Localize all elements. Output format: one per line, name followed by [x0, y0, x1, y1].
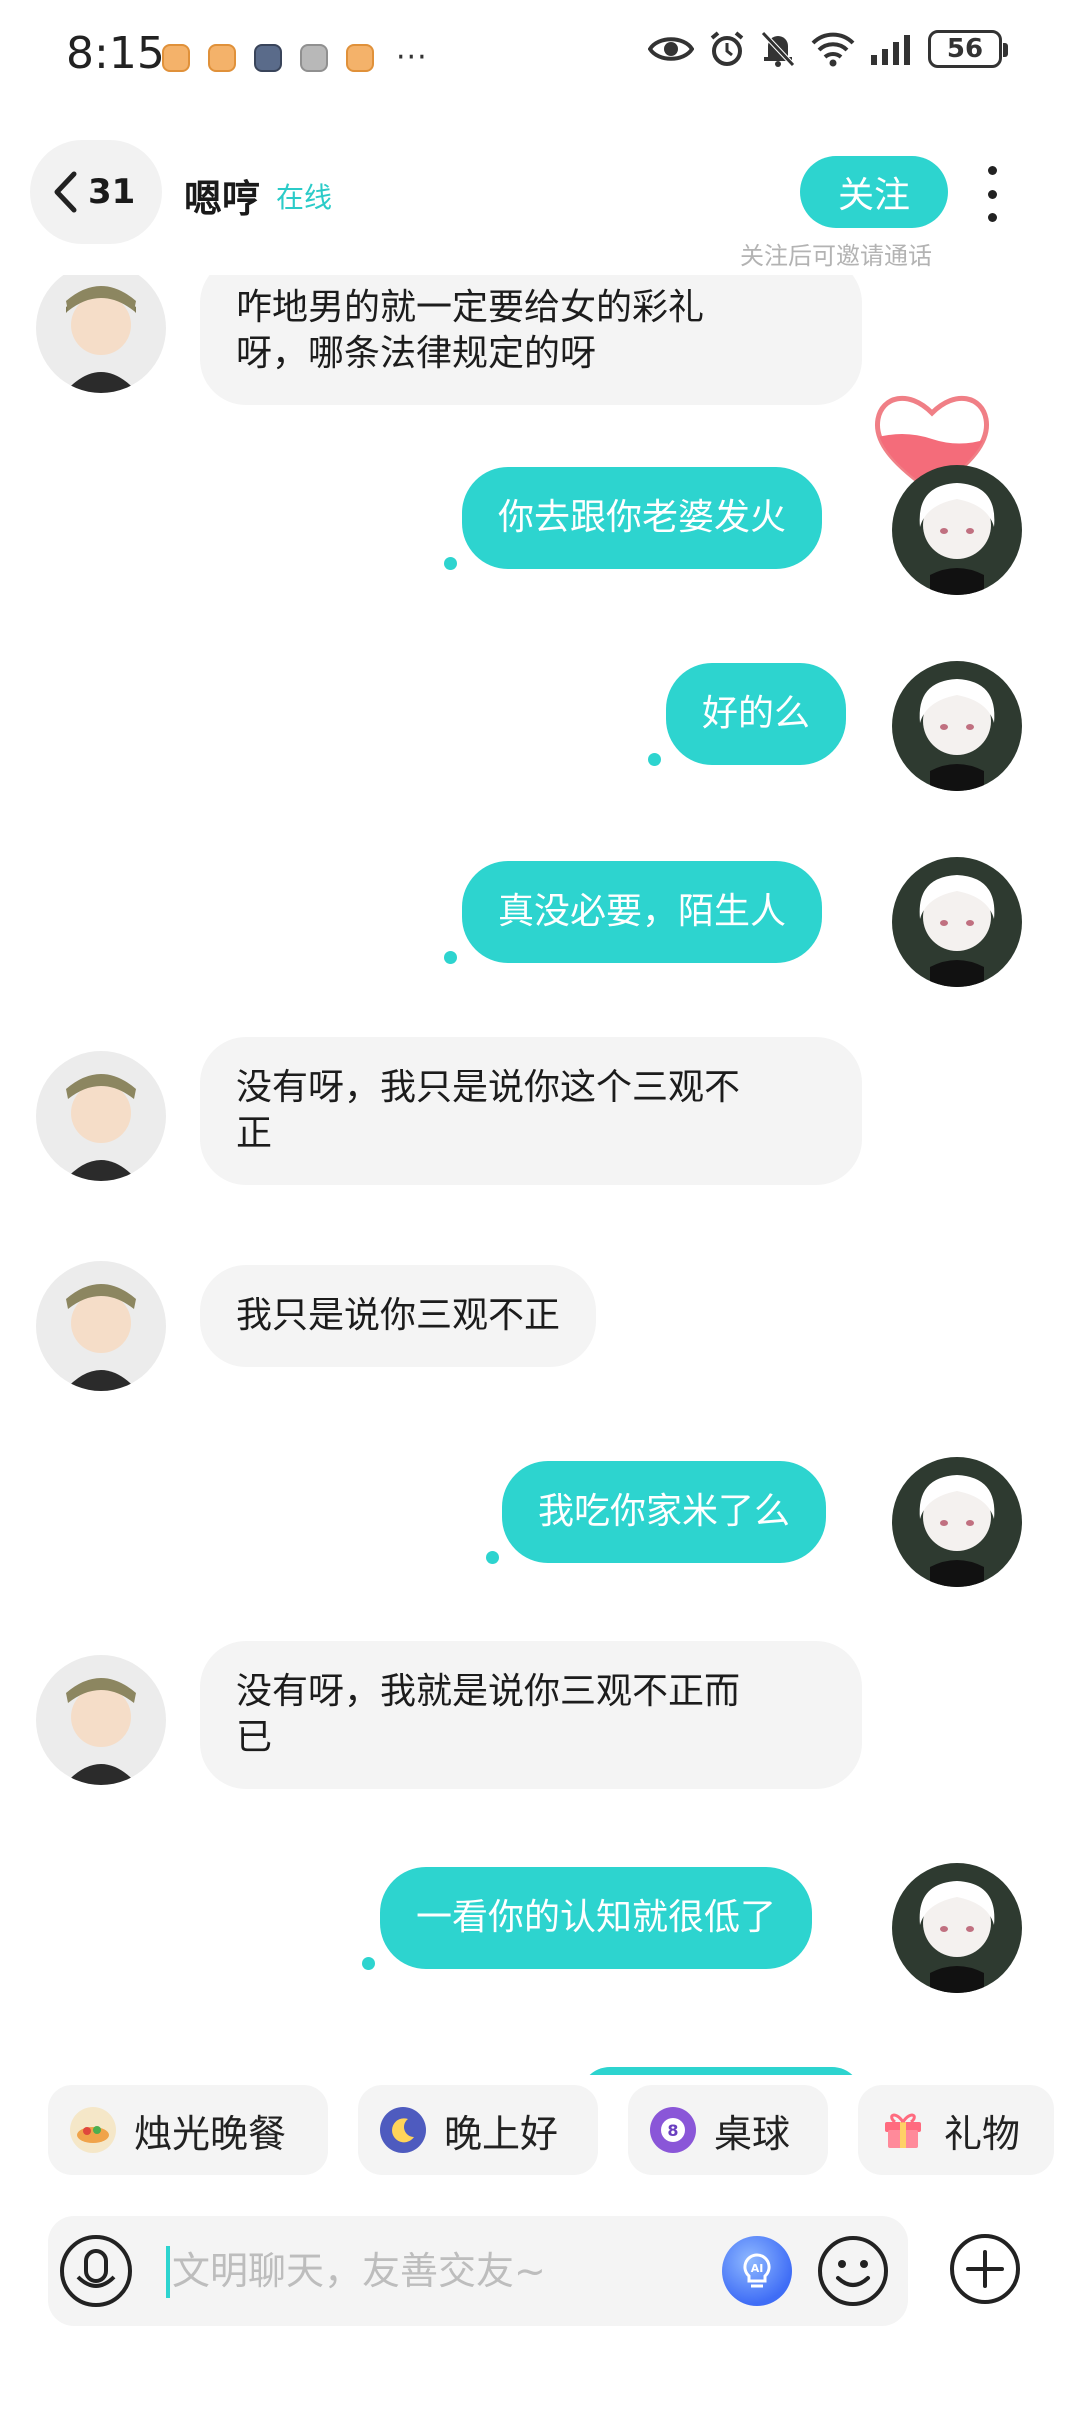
- app-notification-icon: [346, 43, 374, 72]
- quick-action-billiards[interactable]: 8 桌球: [628, 2085, 828, 2175]
- status-bar: 8:15 ··· 56: [0, 0, 1084, 110]
- follow-hint: 关注后可邀请通话: [740, 242, 932, 270]
- status-time: 8:15: [66, 28, 165, 79]
- app-notification-icon: [254, 43, 282, 72]
- message-bubble-outgoing[interactable]: 你去跟你老婆发火: [462, 467, 823, 569]
- quick-action-label: 桌球: [714, 2111, 791, 2156]
- signal-icon: [871, 35, 910, 65]
- alarm-icon: [710, 31, 744, 66]
- unread-dot: [362, 1957, 375, 1970]
- quick-action-candle-dinner[interactable]: 烛光晚餐: [48, 2085, 328, 2175]
- system-icons: 56: [648, 30, 1008, 68]
- my-avatar[interactable]: [892, 661, 1022, 791]
- unread-dot: [648, 753, 661, 766]
- wifi-6-icon: [811, 32, 855, 67]
- contact-avatar[interactable]: [36, 275, 166, 393]
- unread-dot: [486, 1551, 499, 1564]
- contact-avatar[interactable]: [36, 1051, 166, 1181]
- my-avatar[interactable]: [892, 857, 1022, 987]
- app-notification-icon: [162, 43, 190, 72]
- emoji-icon[interactable]: [816, 2234, 890, 2308]
- follow-button[interactable]: 关注: [800, 156, 948, 228]
- add-attachment-icon[interactable]: [948, 2232, 1022, 2306]
- more-notifications-icon: ···: [396, 40, 428, 75]
- message-bubble-outgoing[interactable]: 好的么: [666, 663, 847, 765]
- message-bubble-outgoing-partial: [580, 2067, 862, 2075]
- message-bubble-incoming[interactable]: 我只是说你三观不正: [200, 1265, 597, 1367]
- quick-action-label: 烛光晚餐: [134, 2111, 287, 2156]
- unread-dot: [444, 951, 457, 964]
- ai-assistant-icon[interactable]: AI: [722, 2236, 792, 2306]
- quick-action-label: 晚上好: [444, 2111, 559, 2156]
- back-button[interactable]: 31: [30, 140, 162, 244]
- online-status: 在线: [276, 181, 333, 214]
- my-avatar[interactable]: [892, 1457, 1022, 1587]
- message-bubble-outgoing[interactable]: 真没必要，陌生人: [462, 861, 823, 963]
- candle-dinner-icon: [70, 2107, 116, 2153]
- quick-action-gift[interactable]: 礼物: [858, 2085, 1054, 2175]
- quick-action-good-evening[interactable]: 晚上好: [358, 2085, 598, 2175]
- voice-input-icon[interactable]: [58, 2233, 134, 2309]
- mute-bell-icon: [761, 31, 795, 67]
- app-notification-icon: [300, 43, 328, 72]
- message-input-bar: AI: [48, 2216, 908, 2326]
- message-bubble-incoming[interactable]: 没有呀，我只是说你这个三观不 正: [200, 1037, 862, 1185]
- more-menu-icon[interactable]: [980, 166, 1004, 222]
- billiard-ball-icon: 8: [650, 2107, 696, 2153]
- gift-icon: [880, 2107, 926, 2153]
- chevron-left-icon: [54, 171, 77, 213]
- unread-count: 31: [88, 172, 136, 212]
- chat-messages[interactable]: 咋地男的就一定要给女的彩礼 呀，哪条法律规定的呀 你去跟你老婆发火 好的么 真没…: [0, 275, 1084, 2075]
- unread-dot: [444, 557, 457, 570]
- text-caret: [166, 2246, 170, 2298]
- moon-icon: [380, 2107, 426, 2153]
- message-bubble-incoming[interactable]: 没有呀，我就是说你三观不正而 已: [200, 1641, 862, 1789]
- message-bubble-outgoing[interactable]: 我吃你家米了么: [502, 1461, 827, 1563]
- contact-avatar[interactable]: [36, 1261, 166, 1391]
- contact-avatar[interactable]: [36, 1655, 166, 1785]
- contact-name[interactable]: 嗯哼: [184, 168, 260, 223]
- my-avatar[interactable]: [892, 465, 1022, 595]
- eye-icon: [648, 37, 694, 61]
- svg-text:AI: AI: [751, 2262, 764, 2275]
- message-bubble-outgoing[interactable]: 一看你的认知就很低了: [380, 1867, 813, 1969]
- message-input[interactable]: [172, 2238, 732, 2304]
- message-bubble-incoming[interactable]: 咋地男的就一定要给女的彩礼 呀，哪条法律规定的呀: [200, 275, 862, 405]
- my-avatar[interactable]: [892, 1863, 1022, 1993]
- battery-icon: 56: [928, 30, 1008, 68]
- notification-icons: ···: [162, 40, 428, 75]
- chat-header: 31 嗯哼 在线 关注 关注后可邀请通话: [0, 130, 1084, 270]
- quick-action-label: 礼物: [944, 2111, 1021, 2156]
- app-notification-icon: [208, 43, 236, 72]
- quick-actions-bar: 烛光晚餐 晚上好 8 桌球 礼物: [0, 2085, 1084, 2185]
